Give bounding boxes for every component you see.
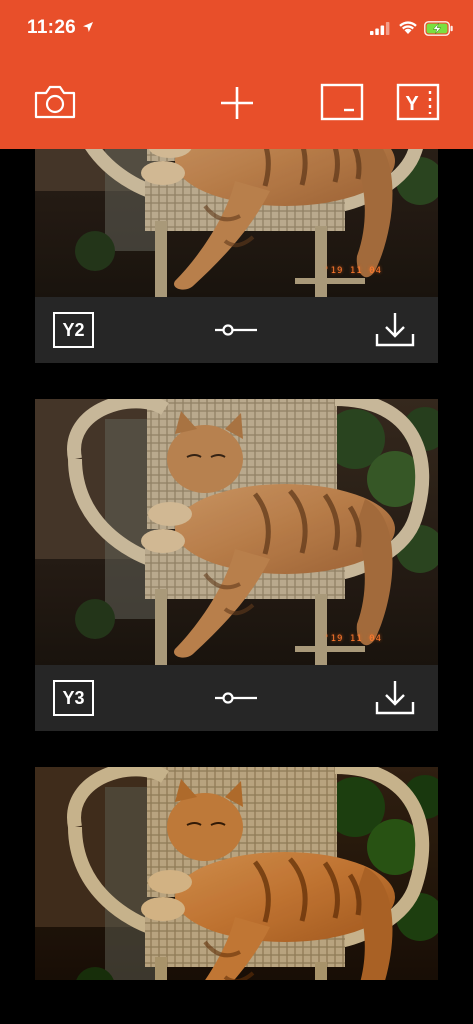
battery-charging-icon bbox=[424, 21, 453, 36]
photo[interactable]: '19 11 04 bbox=[35, 149, 438, 297]
y-logo-button[interactable]: Y bbox=[396, 83, 440, 121]
photo-card bbox=[35, 767, 438, 980]
slider-icon[interactable] bbox=[215, 320, 257, 340]
frame-icon bbox=[320, 83, 364, 121]
photo[interactable]: '19 11 04 bbox=[35, 399, 438, 665]
location-arrow-icon bbox=[83, 22, 93, 32]
download-icon[interactable] bbox=[375, 679, 415, 717]
camera-icon bbox=[34, 85, 76, 119]
slider-icon[interactable] bbox=[215, 688, 257, 708]
photo[interactable] bbox=[35, 767, 438, 980]
frame-button[interactable] bbox=[320, 83, 364, 121]
add-button[interactable] bbox=[218, 84, 256, 122]
photo-card: '19 11 04 Y3 bbox=[35, 399, 438, 731]
status-bar: 11:26 bbox=[0, 0, 473, 58]
status-time: 11:26 bbox=[27, 17, 77, 38]
y-logo-icon: Y bbox=[396, 83, 440, 121]
cellular-signal-icon bbox=[370, 22, 390, 35]
filter-badge[interactable]: Y2 bbox=[53, 312, 94, 348]
photo-card: '19 11 04 Y2 bbox=[35, 149, 438, 363]
date-stamp: '19 11 04 bbox=[324, 634, 382, 644]
camera-button[interactable] bbox=[34, 84, 76, 120]
download-icon[interactable] bbox=[375, 311, 415, 349]
cat-photo-image bbox=[35, 399, 438, 665]
photo-controls: Y2 bbox=[35, 297, 438, 363]
filter-badge[interactable]: Y3 bbox=[53, 680, 94, 716]
y-logo-label: Y bbox=[405, 93, 419, 115]
photo-controls: Y3 bbox=[35, 665, 438, 731]
cat-photo-image bbox=[35, 767, 438, 980]
date-stamp: '19 11 04 bbox=[324, 266, 382, 276]
plus-icon bbox=[221, 87, 253, 119]
wifi-icon bbox=[399, 21, 417, 34]
app-header: 11:26 Y bbox=[0, 0, 473, 149]
